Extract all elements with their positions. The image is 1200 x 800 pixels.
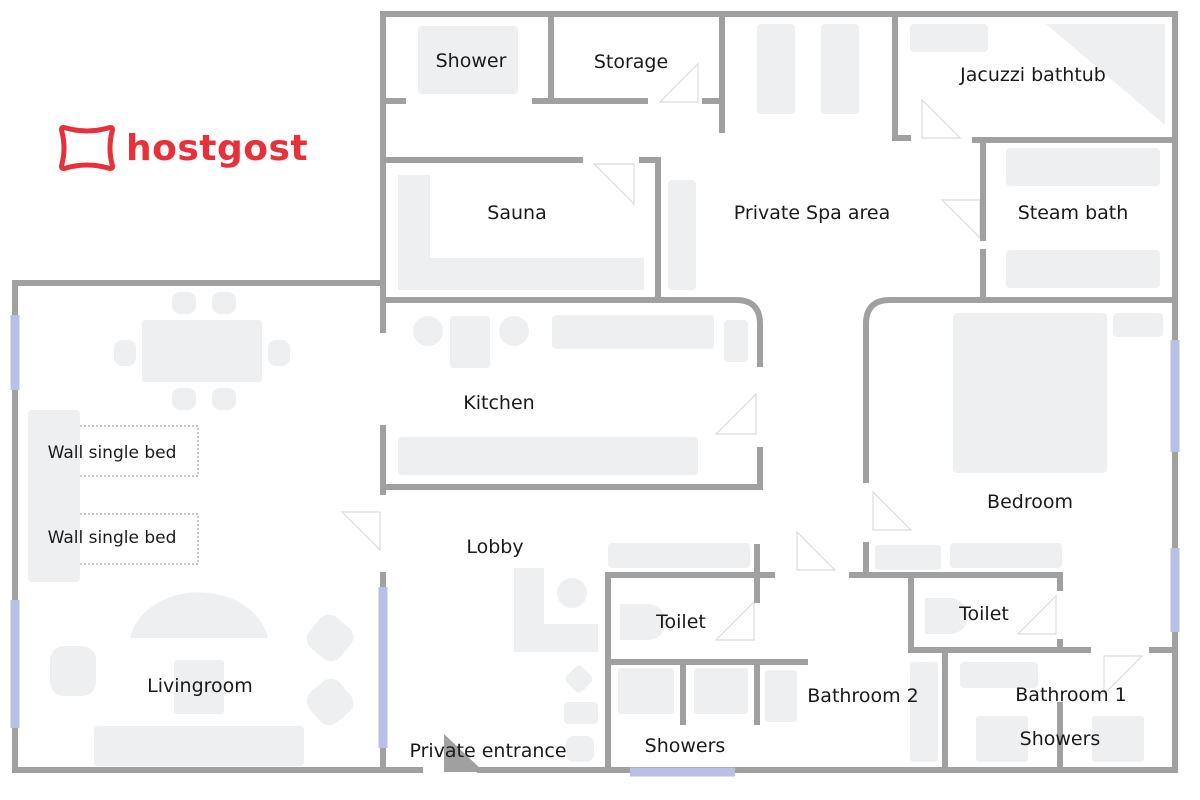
label-lobby: Lobby	[466, 536, 523, 558]
label-bathroom-2: Bathroom 2	[807, 685, 918, 707]
label-bedroom: Bedroom	[987, 491, 1073, 513]
label-kitchen: Kitchen	[463, 392, 534, 414]
furniture	[28, 24, 1165, 766]
label-bed-1: Wall single bed	[48, 443, 177, 463]
label-shower: Shower	[436, 50, 507, 72]
label-toilet-1: Toilet	[958, 603, 1009, 625]
label-bathroom-1: Bathroom 1	[1015, 684, 1126, 706]
label-jacuzzi: Jacuzzi bathtub	[959, 64, 1106, 86]
label-entrance: Private entrance	[409, 740, 566, 762]
label-bed-2: Wall single bed	[48, 528, 177, 548]
label-storage: Storage	[594, 51, 668, 73]
label-showers-1: Showers	[1020, 728, 1101, 750]
floor-plan: Shower Storage Jacuzzi bathtub Sauna Pri…	[10, 11, 1180, 777]
label-toilet-2: Toilet	[655, 611, 706, 633]
label-spa: Private Spa area	[734, 202, 890, 224]
label-livingroom: Livingroom	[147, 675, 253, 697]
label-sauna: Sauna	[487, 202, 546, 224]
label-steam: Steam bath	[1018, 202, 1129, 224]
label-showers-2: Showers	[645, 735, 726, 757]
